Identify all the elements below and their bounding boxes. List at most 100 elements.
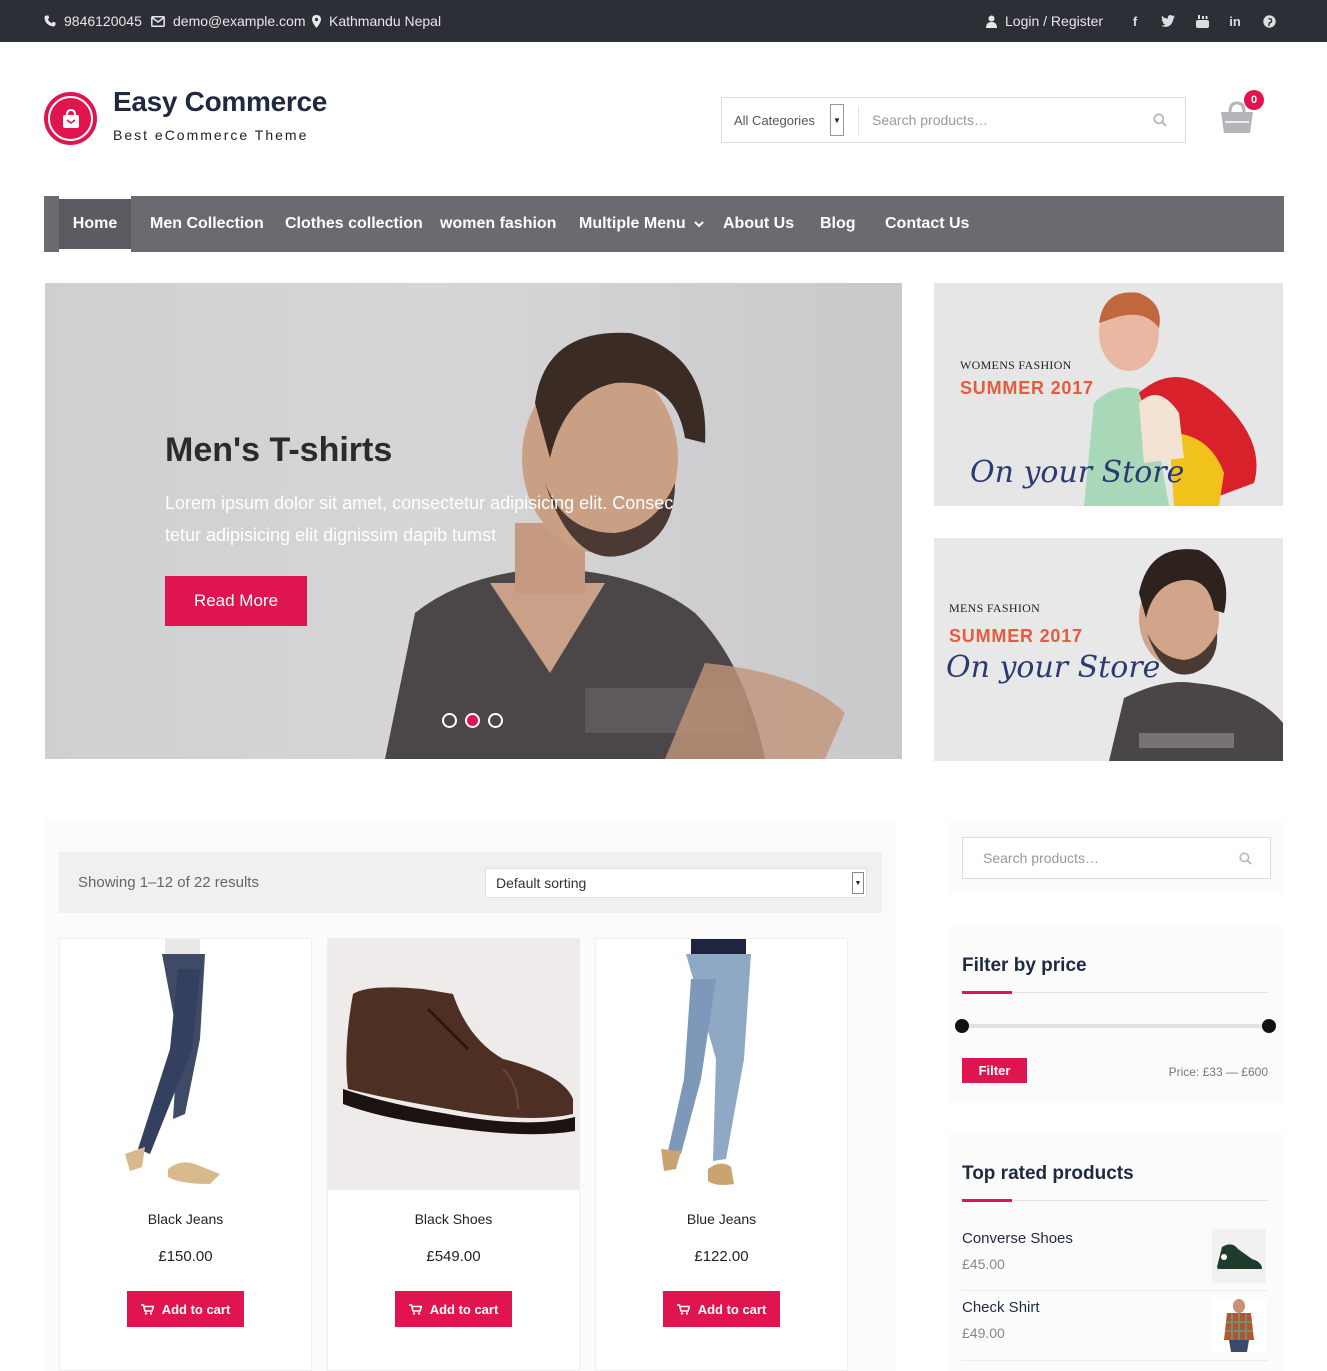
promo-kicker: MENS FASHION [949,601,1041,615]
promo-banner-mens[interactable]: MENS FASHION SUMMER 2017 On your Store [934,538,1283,761]
email-address[interactable]: demo@example.com [173,13,306,29]
top-rated-product-price: £49.00 [962,1325,1005,1341]
cart-icon [140,1303,154,1315]
nav-item-contact-us[interactable]: Contact Us [885,196,969,252]
dropdown-arrow-icon[interactable]: ▼ [830,104,844,136]
linkedin-icon[interactable]: in [1227,13,1243,29]
product-name[interactable]: Blue Jeans [596,1211,847,1227]
top-rated-product-name[interactable]: Check Shirt [962,1299,1040,1316]
nav-label: Clothes collection [285,215,423,232]
promo-banner-womens[interactable]: WOMENS FASHION SUMMER 2017 On your Store [934,283,1283,506]
add-to-cart-label: Add to cart [429,1301,499,1317]
sorting-select[interactable]: Default sorting ▼ [485,868,867,898]
nav-label: About Us [723,215,795,232]
youtube-icon[interactable] [1194,13,1210,29]
sidebar-search: Search products… [962,837,1271,879]
nav-label: Multiple Menu [579,215,686,232]
cart-count-badge: 0 [1244,90,1264,110]
nav-label: Contact Us [885,215,970,232]
product-card[interactable]: Black Jeans £150.00 Add to cart [59,938,312,1371]
nav-item-home[interactable]: Home [59,196,131,252]
promo-script: On your Store [970,455,1185,490]
login-register-label[interactable]: Login / Register [1005,13,1103,29]
product-name[interactable]: Black Shoes [328,1211,579,1227]
product-card[interactable]: Blue Jeans £122.00 Add to cart [595,938,848,1371]
location-info: Kathmandu Nepal [312,13,441,29]
location-text: Kathmandu Nepal [329,13,442,29]
widget-title-underline [962,991,1268,994]
add-to-cart-label: Add to cart [697,1301,767,1317]
nav-item-men-collection[interactable]: Men Collection [150,196,264,252]
promo-headline: SUMMER 2017 [949,626,1083,646]
nav-label: Home [72,215,118,232]
main-navigation: Home Men Collection Clothes collection w… [44,196,1284,252]
top-rated-product-price: £45.00 [962,1256,1005,1272]
top-rated-product-thumb[interactable] [1212,1298,1266,1352]
product-image[interactable] [60,939,311,1190]
filter-button[interactable]: Filter [962,1058,1027,1083]
top-rated-product-name[interactable]: Converse Shoes [962,1230,1073,1247]
promo-headline: SUMMER 2017 [960,378,1094,398]
add-to-cart-button[interactable]: Add to cart [663,1291,780,1327]
top-bar: 9846120045 demo@example.com Kathmandu Ne… [0,0,1327,42]
list-separator [962,1360,1268,1361]
search-icon[interactable] [1153,113,1167,127]
price-range-label: Price: £33 — £600 [1168,1065,1268,1079]
login-register-link[interactable]: Login / Register [986,13,1103,29]
nav-item-women-fashion[interactable]: women fashion [440,196,556,252]
sorting-value: Default sorting [496,875,587,891]
dropdown-arrow-icon[interactable]: ▼ [852,872,864,894]
nav-item-clothes-collection[interactable]: Clothes collection [285,196,423,252]
slider-dot[interactable] [488,713,503,728]
black-jeans-image [60,939,311,1190]
chevron-down-icon [693,220,704,227]
category-select[interactable]: All Categories [722,98,847,142]
site-title[interactable]: Easy Commerce [113,86,327,118]
nav-item-blog[interactable]: Blog [820,196,856,252]
search-divider [858,106,859,136]
promo-kicker: WOMENS FASHION [960,358,1072,372]
phone-info: 9846120045 [44,13,142,29]
header-search: All Categories ▼ Search products… [721,97,1186,143]
promo-script: On your Store [946,650,1161,685]
slider-dot-active[interactable] [465,713,480,728]
product-name[interactable]: Black Jeans [60,1211,311,1227]
envelope-icon [151,15,165,27]
search-icon[interactable] [1239,852,1252,865]
check-shirt-image [1224,1299,1254,1352]
twitter-icon[interactable] [1160,13,1176,29]
add-to-cart-button[interactable]: Add to cart [395,1291,512,1327]
hero-slider[interactable]: Men's T-shirts Lorem ipsum dolor sit ame… [45,283,902,759]
site-logo[interactable] [44,92,97,145]
top-rated-product-thumb[interactable] [1212,1229,1266,1283]
user-icon [986,15,997,28]
pinterest-icon[interactable] [1261,13,1277,29]
search-input[interactable]: Search products… [872,98,988,142]
cart-icon [676,1303,690,1315]
hero-title: Men's T-shirts [165,431,393,469]
filter-title: Filter by price [962,955,1087,976]
product-image[interactable] [596,939,847,1190]
price-slider-track[interactable] [962,1024,1269,1028]
product-price: £150.00 [158,1248,213,1265]
nav-item-multiple-menu[interactable]: Multiple Menu [579,196,704,252]
read-more-button[interactable]: Read More [165,576,307,626]
sidebar-search-input[interactable]: Search products… [983,838,1099,878]
nav-item-about-us[interactable]: About Us [723,196,794,252]
product-image[interactable] [328,939,579,1190]
product-price: £122.00 [694,1248,749,1265]
nav-label: women fashion [440,215,557,232]
phone-number[interactable]: 9846120045 [64,13,142,29]
facebook-icon[interactable]: f [1127,13,1143,29]
site-tagline: Best eCommerce Theme [113,127,309,143]
cart-icon [408,1303,422,1315]
product-price: £549.00 [426,1248,481,1265]
widget-title-underline [962,1199,1268,1202]
slider-dot[interactable] [442,713,457,728]
add-to-cart-label: Add to cart [161,1301,231,1317]
nav-label: Blog [820,215,856,232]
product-card[interactable]: Black Shoes £549.00 Add to cart [327,938,580,1371]
price-slider-max-handle[interactable] [1262,1019,1276,1033]
add-to-cart-button[interactable]: Add to cart [127,1291,244,1327]
price-slider-min-handle[interactable] [955,1019,969,1033]
